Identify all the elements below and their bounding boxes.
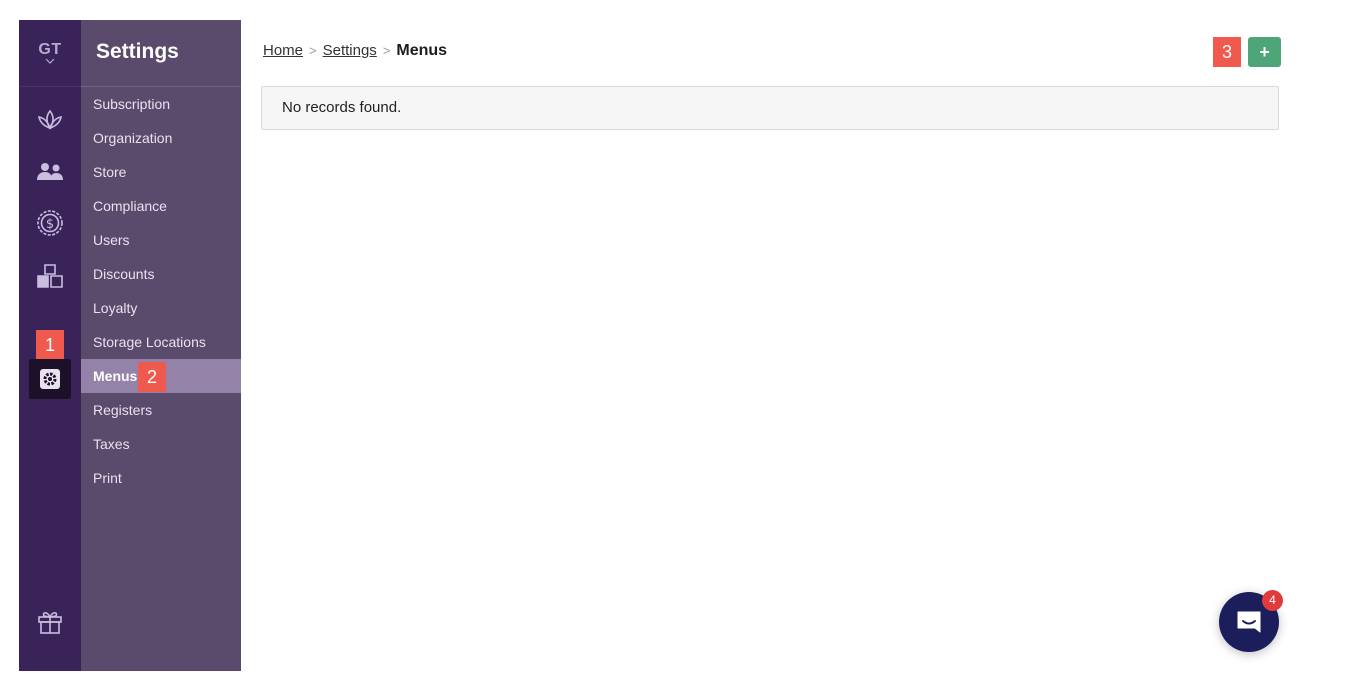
chat-icon [1237, 611, 1261, 633]
breadcrumb-chevron-icon: > [309, 43, 317, 58]
settings-gear-icon[interactable] [29, 359, 71, 399]
add-menu-button[interactable]: + [1248, 37, 1281, 67]
sidebar-item-compliance[interactable]: Compliance [81, 189, 241, 223]
breadcrumb-current: Menus [396, 42, 448, 59]
customers-icon[interactable] [19, 152, 81, 192]
sidebar-item-users[interactable]: Users [81, 223, 241, 257]
breadcrumb-home-link[interactable]: Home [263, 42, 303, 59]
sidebar-item-store[interactable]: Store [81, 155, 241, 189]
icon-rail: GT $ 1 [19, 20, 81, 671]
empty-state-panel: No records found. [261, 86, 1279, 130]
chat-notification-badge: 4 [1262, 590, 1283, 611]
svg-text:$: $ [46, 217, 54, 232]
org-initials: GT [38, 41, 62, 58]
sidebar-item-registers[interactable]: Registers [81, 393, 241, 427]
annotation-marker-2: 2 [138, 362, 166, 392]
sidebar-item-subscription[interactable]: Subscription [81, 87, 241, 121]
org-switcher[interactable]: GT [19, 20, 81, 87]
annotation-marker-3: 3 [1213, 37, 1241, 67]
settings-sidebar: Settings Subscription Organization Store… [81, 20, 241, 671]
inventory-boxes-icon[interactable] [19, 256, 81, 296]
breadcrumb-settings-link[interactable]: Settings [323, 42, 377, 59]
sidebar-item-organization[interactable]: Organization [81, 121, 241, 155]
gift-icon[interactable] [19, 601, 81, 641]
sidebar-item-label: Menus [93, 368, 138, 384]
annotation-marker-1: 1 [36, 330, 64, 360]
sidebar-item-taxes[interactable]: Taxes [81, 427, 241, 461]
sidebar-item-storage-locations[interactable]: Storage Locations [81, 325, 241, 359]
payments-icon[interactable]: $ [19, 203, 81, 243]
chevron-down-icon [45, 58, 55, 64]
sidebar-item-print[interactable]: Print [81, 461, 241, 495]
breadcrumb: Home > Settings > Menus [263, 42, 447, 60]
breadcrumb-chevron-icon: > [382, 43, 391, 58]
cannabis-leaf-icon[interactable] [19, 100, 81, 140]
sidebar-item-discounts[interactable]: Discounts [81, 257, 241, 291]
sidebar-title: Settings [96, 40, 179, 63]
sidebar-item-loyalty[interactable]: Loyalty [81, 291, 241, 325]
